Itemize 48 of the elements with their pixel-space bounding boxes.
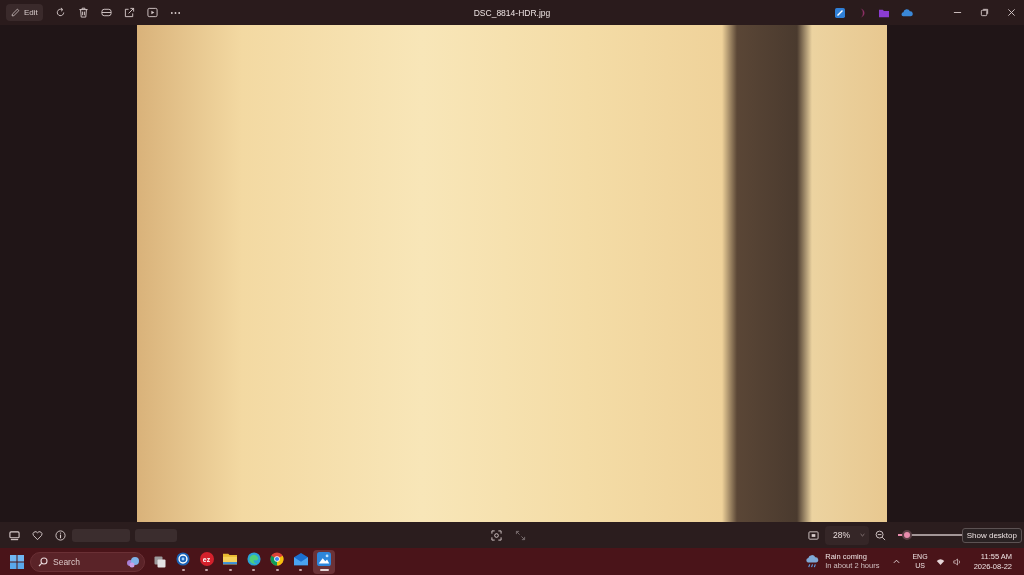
share-icon[interactable] xyxy=(123,7,135,18)
browser-icon xyxy=(270,552,284,566)
frame-icon[interactable] xyxy=(100,7,112,18)
running-indicator xyxy=(275,569,279,571)
tooltip: Show desktop xyxy=(961,528,1022,543)
running-indicator xyxy=(205,569,208,571)
taskbar-app-button[interactable] xyxy=(313,549,335,574)
caret-icon xyxy=(860,533,865,537)
slider-thumb[interactable] xyxy=(902,530,913,540)
start-icon[interactable] xyxy=(10,554,24,569)
running-indicator xyxy=(299,569,302,571)
folder-icon xyxy=(223,552,237,566)
picture-icon xyxy=(317,552,331,566)
info-icon[interactable] xyxy=(55,529,66,541)
actual-size-icon[interactable] xyxy=(808,529,819,541)
more-icon[interactable] xyxy=(169,10,181,15)
pencil-icon xyxy=(11,8,20,17)
search-field[interactable]: Search xyxy=(30,551,145,572)
rain-cloud-icon xyxy=(805,554,821,569)
flower-icon xyxy=(126,555,140,568)
restore-icon[interactable] xyxy=(980,8,989,17)
expand-icon[interactable] xyxy=(514,529,526,541)
zoom-out-icon[interactable] xyxy=(875,529,886,541)
cloud-icon[interactable] xyxy=(901,8,913,17)
trash-icon[interactable] xyxy=(77,7,89,18)
volume-icon[interactable] xyxy=(952,557,962,566)
zoom-dropdown[interactable]: 28% xyxy=(825,525,869,545)
rotate-icon[interactable] xyxy=(54,7,66,18)
window-title: DSC_8814-HDR.jpg xyxy=(473,7,551,18)
task-view-icon[interactable] xyxy=(154,555,166,568)
running-indicator xyxy=(319,569,329,571)
search-icon xyxy=(38,556,48,567)
running-indicator xyxy=(228,569,232,571)
running-indicator xyxy=(181,569,185,571)
running-indicator xyxy=(252,569,255,571)
wifi-icon[interactable] xyxy=(935,557,945,566)
slideshow-icon[interactable] xyxy=(146,7,158,18)
close-icon[interactable] xyxy=(1007,8,1016,17)
edit-button[interactable]: Edit xyxy=(6,4,43,21)
folder-icon[interactable] xyxy=(879,7,889,18)
envelope-icon xyxy=(293,552,308,566)
tile-icon[interactable] xyxy=(835,7,845,18)
swirl-icon xyxy=(246,552,261,566)
lens-icon xyxy=(176,552,190,566)
filmstrip-icon[interactable] xyxy=(9,529,20,541)
heart-icon[interactable] xyxy=(32,529,43,541)
caret-up-icon[interactable] xyxy=(893,559,901,564)
focus-icon[interactable] xyxy=(490,529,502,541)
